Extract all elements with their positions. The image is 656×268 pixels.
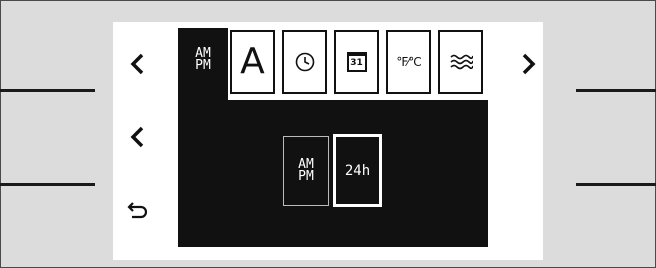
tab-font-label: A — [240, 41, 265, 82]
tab-clock[interactable] — [282, 30, 327, 94]
option-24h-label: 24h — [344, 162, 371, 179]
prev-button-middle[interactable] — [118, 117, 158, 157]
tab-font[interactable]: A — [230, 30, 275, 94]
chevron-left-icon — [130, 126, 144, 148]
tab-time-format[interactable]: AM PM — [178, 28, 228, 98]
waves-icon — [449, 54, 473, 70]
tab-time-format-label: AM PM — [195, 46, 211, 73]
tab-water-hardness[interactable] — [438, 30, 483, 94]
temperature-unit-label: °F⁄°C — [396, 55, 421, 69]
option-ampm[interactable]: AM PM — [283, 136, 329, 206]
option-ampm-label: AM PM — [298, 157, 314, 184]
tab-temperature-unit[interactable]: °F⁄°C — [386, 30, 431, 94]
calendar-day: 31 — [350, 57, 363, 68]
back-arrow-icon — [127, 202, 148, 219]
chevron-left-icon — [130, 53, 144, 75]
left-divider-bottom — [0, 183, 95, 186]
right-divider-top — [576, 89, 656, 92]
back-button[interactable] — [118, 190, 158, 230]
tab-date[interactable]: 31 — [334, 30, 379, 94]
option-24h[interactable]: 24h — [333, 134, 382, 207]
clock-icon — [295, 52, 314, 72]
chevron-right-icon — [522, 53, 536, 75]
calendar-icon: 31 — [346, 52, 367, 72]
left-divider-top — [0, 89, 95, 92]
next-button-top[interactable] — [508, 44, 548, 84]
right-divider-bottom — [576, 183, 656, 186]
prev-button-top[interactable] — [118, 44, 158, 84]
